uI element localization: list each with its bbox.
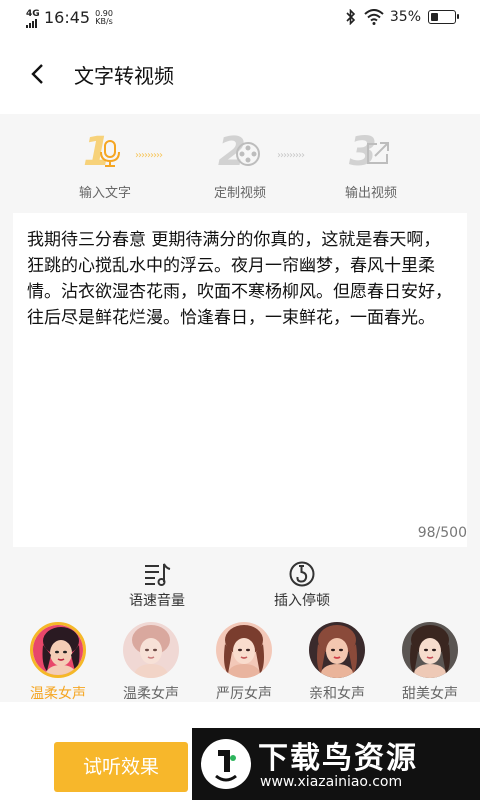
avatar <box>123 622 179 678</box>
voice-option-gentle-female-2[interactable]: 温柔女声 <box>111 622 191 703</box>
avatar <box>216 622 272 678</box>
status-bar: 4G 16:45 0.90 KB/s 35% <box>0 0 480 36</box>
network-indicator: 4G <box>26 8 40 28</box>
avatar <box>30 622 86 678</box>
portrait-image <box>309 622 365 678</box>
voice-label: 亲和女声 <box>309 686 365 702</box>
bluetooth-icon <box>346 9 356 25</box>
page-title: 文字转视频 <box>74 64 174 88</box>
speed-volume-button[interactable]: 语速音量 <box>102 560 212 610</box>
network-type: 4G <box>26 9 40 19</box>
export-icon <box>367 142 389 164</box>
chevron-left-icon <box>31 64 43 84</box>
voice-label: 温柔女声 <box>123 686 179 702</box>
portrait-image <box>402 622 458 678</box>
clock: 16:45 <box>44 8 91 27</box>
pause-timer-icon <box>289 561 315 587</box>
watermark-title: 下载鸟资源 <box>258 741 418 776</box>
watermark: 下载鸟资源 www.xiazainiao.com <box>192 728 480 800</box>
avatar <box>309 622 365 678</box>
insert-pause-label: 插入停顿 <box>274 593 330 609</box>
insert-pause-button[interactable]: 插入停顿 <box>247 560 357 610</box>
voice-label: 温柔女声 <box>30 686 86 702</box>
step-arrows-1: ››››››››› <box>135 150 163 161</box>
avatar <box>402 622 458 678</box>
portrait-image <box>123 622 179 678</box>
voice-option-sweet-female[interactable]: 甜美女声 <box>390 622 470 703</box>
voice-selector: 温柔女声 温柔女声 严厉女声 亲和女声 甜美女声 <box>0 622 480 702</box>
speed-volume-label: 语速音量 <box>129 593 185 609</box>
step-output-video: 3 输出视频 <box>316 130 426 201</box>
portrait-image <box>33 625 83 675</box>
network-speed-unit: KB/s <box>95 17 113 26</box>
voice-option-strict-female[interactable]: 严厉女声 <box>204 622 284 703</box>
music-list-icon <box>145 563 171 586</box>
voice-option-friendly-female[interactable]: 亲和女声 <box>297 622 377 703</box>
wifi-icon <box>364 9 384 25</box>
step-label: 输入文字 <box>78 186 131 201</box>
character-counter: 98/500 <box>417 525 467 541</box>
battery-icon <box>428 10 459 24</box>
step-indicator: 1 输入文字 ››››››››› 2 定制视频 ››››››››› 3 输出视频 <box>0 130 480 210</box>
signal-icon <box>26 19 37 28</box>
header: 文字转视频 <box>0 36 480 114</box>
voice-option-gentle-female-1[interactable]: 温柔女声 <box>18 622 98 703</box>
voice-label: 严厉女声 <box>216 686 272 702</box>
step-label: 定制视频 <box>213 186 266 201</box>
film-reel-icon <box>236 142 260 166</box>
step-arrows-2: ››››››››› <box>277 150 305 161</box>
text-content[interactable]: 我期待三分春意 更期待满分的你真的，这就是春天啊，狂跳的心搅乱水中的浮云。夜月一… <box>27 227 457 331</box>
bird-logo-icon <box>201 739 251 789</box>
back-button[interactable] <box>22 56 52 92</box>
tool-row: 语速音量 插入停顿 <box>0 560 480 616</box>
text-input-area[interactable]: 我期待三分春意 更期待满分的你真的，这就是春天啊，狂跳的心搅乱水中的浮云。夜月一… <box>13 213 467 547</box>
watermark-url: www.xiazainiao.com <box>260 774 403 790</box>
microphone-icon <box>100 140 120 167</box>
network-speed: 0.90 KB/s <box>95 10 113 26</box>
battery-level <box>431 13 439 21</box>
step-label: 输出视频 <box>344 186 397 201</box>
battery-percent: 35% <box>389 9 421 25</box>
portrait-image <box>216 622 272 678</box>
bottom-bar: 试听效果 下载鸟资源 www.xiazainiao.com <box>0 702 480 800</box>
step-customize-video: 2 定制视频 <box>185 130 295 201</box>
step-input-text: 1 输入文字 <box>50 130 160 201</box>
voice-label: 甜美女声 <box>402 686 458 702</box>
preview-button[interactable]: 试听效果 <box>54 742 188 792</box>
